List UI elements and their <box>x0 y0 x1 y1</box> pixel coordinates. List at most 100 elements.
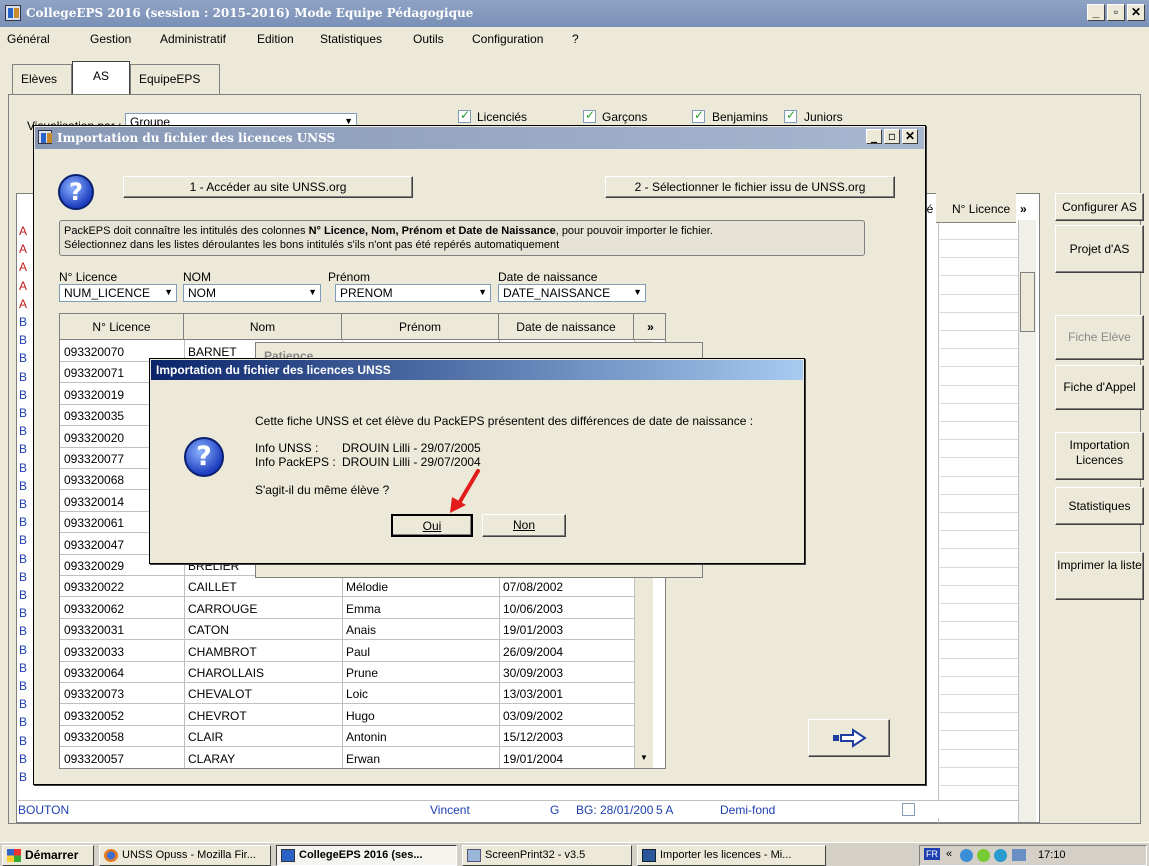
start-button[interactable]: Démarrer <box>2 845 94 866</box>
tab-as[interactable]: AS <box>72 61 130 95</box>
menu-general[interactable]: Général <box>7 32 50 46</box>
juniors-checkbox[interactable] <box>784 108 797 123</box>
as-grid-row-line <box>938 694 1018 695</box>
taskbar-item-word[interactable]: Importer les licences - Mi... <box>637 845 826 866</box>
info-box: PackEPS doit connaître les intitulés des… <box>59 220 865 256</box>
grid-row[interactable]: 093320033 CHAMBROT Paul 26/09/2004 <box>60 641 650 662</box>
menu-help[interactable]: ? <box>572 32 579 46</box>
licence-column-select[interactable]: NUM_LICENCE <box>59 284 177 302</box>
grid-row[interactable]: 093320052 CHEVROT Hugo 03/09/2002 <box>60 705 650 726</box>
as-grid-row-line <box>938 584 1018 586</box>
arrow-right-icon <box>833 728 867 748</box>
question-icon: ? <box>58 174 94 210</box>
import-minimize-button[interactable]: _ <box>866 129 882 144</box>
tray-expand-icon[interactable]: « <box>946 848 952 860</box>
grid-header-date[interactable]: Date de naissance <box>499 314 634 340</box>
grid-row[interactable]: 093320073 CHEVALOT Loic 13/03/2001 <box>60 683 650 705</box>
tray-network-icon[interactable] <box>960 849 973 862</box>
fiche-eleve-button[interactable]: Fiche Elève <box>1055 315 1144 360</box>
projet-as-button[interactable]: Projet d'AS <box>1055 225 1144 273</box>
nom-column-select[interactable]: NOM <box>183 284 321 302</box>
benjamins-checkbox[interactable] <box>692 108 705 123</box>
garcons-checkbox[interactable] <box>583 108 596 123</box>
grid-row[interactable]: 093320022 CAILLET Mélodie 07/08/2002 <box>60 576 650 598</box>
as-grid-scrollbar[interactable] <box>1018 220 1036 822</box>
confirm-dialog-titlebar[interactable]: Importation du fichier des licences UNSS <box>151 360 803 380</box>
as-grid-more[interactable]: » <box>1020 202 1027 216</box>
menu-edition[interactable]: Edition <box>257 32 294 46</box>
acceder-site-button[interactable]: 1 - Accéder au site UNSS.org <box>123 176 413 198</box>
grid-header-licence[interactable]: N° Licence <box>60 314 184 340</box>
as-grid-last-row[interactable]: BOUTON Vincent G BG: 28/01/200 5 A Demi-… <box>18 800 1018 818</box>
importation-licences-button[interactable]: Importation Licences <box>1055 432 1144 480</box>
as-grid-row-prefix: B <box>19 751 28 766</box>
as-grid-scroll-thumb[interactable] <box>1020 272 1035 332</box>
tray-eye-icon[interactable] <box>994 849 1007 862</box>
close-button[interactable]: ✕ <box>1127 4 1145 21</box>
grid-row[interactable]: 093320062 CARROUGE Emma 10/06/2003 <box>60 598 650 619</box>
import-close-button[interactable]: ✕ <box>902 129 918 144</box>
app-title: CollegeEPS 2016 (session : 2015-2016) Mo… <box>26 6 474 20</box>
minimize-button[interactable]: _ <box>1087 4 1105 21</box>
app-titlebar[interactable]: CollegeEPS 2016 (session : 2015-2016) Mo… <box>0 0 1149 27</box>
last-row-activite: Demi-fond <box>720 803 776 817</box>
menu-configuration[interactable]: Configuration <box>472 32 543 46</box>
date-column-select[interactable]: DATE_NAISSANCE <box>498 284 646 302</box>
menu-gestion[interactable]: Gestion <box>90 32 131 46</box>
grid-cell-prenom: Emma <box>346 601 381 616</box>
as-grid-row-prefix: A <box>19 224 28 238</box>
taskbar-item-firefox[interactable]: UNSS Opuss - Mozilla Fir... <box>99 845 271 866</box>
as-grid-row-line <box>938 275 1018 277</box>
import-maximize-button[interactable]: ▫ <box>884 129 900 144</box>
tray-security-icon[interactable] <box>977 849 990 862</box>
imprimer-liste-button[interactable]: Imprimer la liste <box>1055 552 1144 600</box>
tab-eleves[interactable]: Elèves <box>12 64 72 94</box>
grid-row[interactable]: 093320064 CHAROLLAIS Prune 30/09/2003 <box>60 662 650 683</box>
grid-cell-nom: CATON <box>188 623 229 638</box>
grid-cell-nom: CLARAY <box>188 751 236 766</box>
as-grid-row-prefix: B <box>19 497 28 511</box>
licencies-checkbox[interactable] <box>458 108 471 123</box>
taskbar: Démarrer UNSS Opuss - Mozilla Fir... Col… <box>0 842 1149 866</box>
lang-indicator[interactable]: FR <box>924 848 940 860</box>
grid-row[interactable]: 093320057 CLARAY Erwan 19/01/2004 <box>60 748 650 768</box>
clock: 17:10 <box>1038 849 1066 861</box>
import-window-titlebar[interactable]: Importation du fichier des licences UNSS… <box>35 127 924 149</box>
statistiques-button[interactable]: Statistiques <box>1055 487 1144 525</box>
grid-row[interactable]: 093320031 CATON Anais 19/01/2003 <box>60 619 650 641</box>
dialog-unss-value: DROUIN Lilli - 29/07/2005 <box>342 441 481 455</box>
fiche-appel-button[interactable]: Fiche d'Appel <box>1055 365 1144 410</box>
selectionner-fichier-button[interactable]: 2 - Sélectionner le fichier issu de UNSS… <box>605 176 895 198</box>
oui-button[interactable]: Oui <box>391 514 473 537</box>
tray-monitor-icon[interactable] <box>1012 849 1026 861</box>
grid-cell-nom: CLAIR <box>188 730 224 745</box>
tab-equipeeps[interactable]: EquipeEPS <box>130 64 220 94</box>
last-row-prenom: Vincent <box>430 803 470 817</box>
menu-outils[interactable]: Outils <box>413 32 444 46</box>
grid-row[interactable]: 093320058 CLAIR Antonin 15/12/2003 <box>60 726 650 748</box>
grid-cell-date: 13/03/2001 <box>503 687 564 702</box>
menu-administratif[interactable]: Administratif <box>160 32 226 46</box>
garcons-label: Garçons <box>602 110 648 124</box>
menu-statistiques[interactable]: Statistiques <box>320 32 382 46</box>
configurer-as-button[interactable]: Configurer AS <box>1055 193 1144 221</box>
taskbar-item-collegeeps[interactable]: CollegeEPS 2016 (ses... <box>276 845 457 866</box>
app-icon <box>5 5 21 21</box>
taskbar-item-screenprint[interactable]: ScreenPrint32 - v3.5 <box>462 845 632 866</box>
grid-header-more[interactable]: » <box>634 314 665 340</box>
next-arrow-button[interactable] <box>808 719 890 757</box>
prenom-column-select[interactable]: PRENOM <box>335 284 491 302</box>
scroll-down-icon[interactable]: ▼ <box>640 753 648 762</box>
as-grid-row-line <box>938 730 1018 732</box>
grid-header-nom[interactable]: Nom <box>184 314 342 340</box>
grid-header-prenom[interactable]: Prénom <box>342 314 499 340</box>
grid-cell-nom: CAILLET <box>188 580 237 595</box>
last-row-checkbox[interactable] <box>902 803 915 816</box>
maximize-button[interactable]: ▫ <box>1107 4 1125 21</box>
non-button[interactable]: Non <box>482 514 566 537</box>
grid-cell-licence: 093320033 <box>64 644 125 659</box>
grid-cell-date: 19/01/2004 <box>503 751 564 766</box>
col-licence-header[interactable]: N° Licence <box>952 202 1010 216</box>
as-grid-row-line <box>938 293 1018 295</box>
firefox-icon <box>104 849 118 862</box>
